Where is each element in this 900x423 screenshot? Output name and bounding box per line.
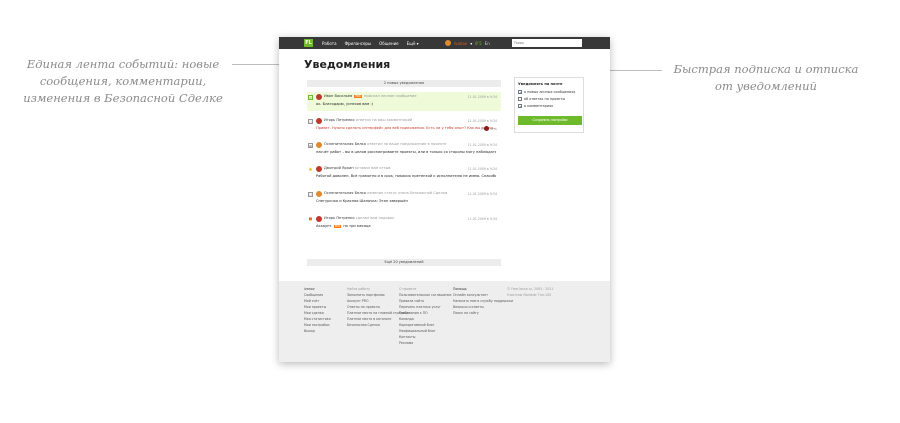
pro-badge: PRO bbox=[354, 95, 362, 98]
subscription-option-projects[interactable]: об ответах на проекты bbox=[518, 97, 565, 101]
avatar bbox=[316, 142, 322, 148]
avatar bbox=[316, 118, 322, 124]
notification-author[interactable]: Иван Васильев bbox=[324, 94, 352, 98]
caption-right: Быстрая подписка и отписка от уведомлени… bbox=[673, 62, 859, 93]
safe-deal-icon: ☐ bbox=[308, 192, 313, 197]
search-input[interactable] bbox=[512, 39, 582, 47]
account-balance[interactable]: ₽ 5 bbox=[475, 41, 481, 46]
caption-left: Единая лента событий: новые сообщения, к… bbox=[23, 57, 223, 105]
footer-link[interactable]: Реклама bbox=[399, 340, 451, 346]
option-label: о новых личных сообщениях bbox=[524, 90, 576, 94]
notification-time: 11.01.2009 в 9:34 bbox=[467, 119, 497, 123]
notification-action: сделал вам подарок bbox=[355, 216, 395, 220]
message-icon: ✉ bbox=[308, 95, 313, 100]
avatar bbox=[316, 166, 322, 172]
notification-item[interactable]: 🎁 Игорь Петренко сделал вам подарок Акка… bbox=[307, 214, 501, 233]
notification-author[interactable]: Ослепительная Белка bbox=[324, 142, 366, 146]
avatar bbox=[316, 216, 322, 222]
notification-time: 11.01.2009 в 9:34 bbox=[467, 95, 497, 99]
notification-time: 11.01.2009 в 9:34 bbox=[467, 167, 497, 171]
notification-item[interactable]: ▤ Ослепительная Белка ответил на ваше пр… bbox=[307, 140, 501, 159]
pro-badge: PRO bbox=[333, 225, 342, 228]
leader-line-left bbox=[232, 64, 282, 65]
notification-author[interactable]: Дмитрий Яркин bbox=[324, 166, 354, 170]
language-switch[interactable]: En bbox=[485, 41, 490, 46]
notification-time: 11.01.2009 в 9:34 bbox=[467, 192, 497, 196]
user-avatar bbox=[445, 40, 451, 46]
option-label: о комментариях bbox=[524, 104, 554, 108]
subscription-option-comments[interactable]: ✔ о комментариях bbox=[518, 104, 554, 109]
footer-col-about: О проекте Пользовательское соглашение Пр… bbox=[399, 286, 451, 346]
nav-work[interactable]: Работа bbox=[322, 41, 337, 46]
counter-text[interactable]: Участник Rambler Топ-100 bbox=[507, 292, 553, 298]
gift-text-prefix: Аккаунт bbox=[316, 224, 332, 228]
nav-freelancers[interactable]: Фрилансеры bbox=[345, 41, 372, 46]
notification-author[interactable]: Игорь Петренко bbox=[324, 216, 355, 220]
email-subscription-panel: Уведомлять на почте ✔ о новых личных сооб… bbox=[514, 77, 584, 133]
top-navbar: FL Работа Фрилансеры Общение Ещё ▾ ivano… bbox=[279, 37, 610, 49]
notification-item[interactable]: 👍 Дмитрий Яркин оставил вам отзыв Работо… bbox=[307, 164, 501, 183]
notification-action: изменил статус этапа Безопасной Сделки bbox=[367, 191, 448, 195]
checkbox-unchecked[interactable] bbox=[518, 97, 522, 101]
footer-col-account: ivanov Сообщения Мой счёт Мои проекты Мо… bbox=[304, 286, 331, 334]
main-nav: Работа Фрилансеры Общение Ещё ▾ bbox=[322, 37, 419, 49]
notification-action: ответил на ваш комментарий bbox=[355, 118, 413, 122]
page-title: Уведомления bbox=[304, 58, 391, 71]
notification-time: 11.01.2009 в 9:34 bbox=[467, 143, 497, 147]
avatar bbox=[316, 191, 322, 197]
gift-text-suffix: на три месяца bbox=[343, 224, 371, 228]
notification-time: 11.01.2009 в 9:34 bbox=[467, 217, 497, 221]
user-name[interactable]: ivanov bbox=[454, 41, 467, 46]
footer-col-copyright: © Free-lance.ru, 2005 - 2011 Участник Ra… bbox=[507, 286, 553, 298]
option-label: об ответах на проекты bbox=[524, 97, 566, 101]
subscription-option-messages[interactable]: ✔ о новых личных сообщениях bbox=[518, 90, 576, 95]
load-more-button[interactable]: Ещё 20 уведомлений bbox=[307, 259, 501, 266]
nav-community[interactable]: Общение bbox=[379, 41, 399, 46]
checkbox-checked[interactable]: ✔ bbox=[518, 104, 522, 109]
footer-col-help: Помощь Онлайн консультант Написать нам в… bbox=[453, 286, 513, 316]
site-logo[interactable]: FL bbox=[304, 39, 313, 47]
checkbox-checked[interactable]: ✔ bbox=[518, 90, 522, 95]
screenshot-window: FL Работа Фрилансеры Общение Ещё ▾ ivano… bbox=[279, 37, 610, 362]
footer-link[interactable]: Поиск по сайту bbox=[453, 310, 513, 316]
notification-text: Работой доволен. Всё грамотно и в срок, … bbox=[316, 174, 496, 178]
notification-item[interactable]: ☐ Игорь Петренко ответил на ваш коммента… bbox=[307, 116, 501, 135]
notification-text: насчёт работ – вы в целом рассматриваете… bbox=[316, 150, 496, 154]
notification-text: Снегурочка и Красная Шапочка: Этап завер… bbox=[316, 199, 408, 203]
notification-text: ок. Благодарю, успехов вам :) bbox=[316, 102, 374, 106]
subscription-title: Уведомлять на почте bbox=[518, 82, 563, 86]
gift-icon: 🎁 bbox=[308, 217, 313, 221]
new-notifications-count[interactable]: 2 новых уведомления bbox=[307, 80, 501, 87]
notification-action: оставил вам отзыв bbox=[354, 166, 391, 170]
comment-icon: ☐ bbox=[308, 119, 313, 124]
notification-action: прислал личное сообщение bbox=[363, 94, 417, 98]
main-content: Уведомления 2 новых уведомления ✉ Иван В… bbox=[279, 49, 610, 281]
notification-author[interactable]: Ослепительная Белка bbox=[324, 191, 366, 195]
notification-item[interactable]: ✉ Иван Васильев PRO прислал личное сообщ… bbox=[307, 92, 501, 111]
cursor-avatar bbox=[484, 126, 489, 131]
notification-item[interactable]: ☐ Ослепительная Белка изменил статус эта… bbox=[307, 189, 501, 208]
notification-text: Привет. Нужно сделать интерфейс для веб … bbox=[316, 126, 496, 130]
avatar bbox=[316, 94, 322, 100]
nav-more[interactable]: Ещё ▾ bbox=[407, 41, 419, 46]
project-icon: ▤ bbox=[308, 143, 313, 148]
thumbs-up-icon: 👍 bbox=[308, 167, 313, 171]
footer-link[interactable]: Выход bbox=[304, 328, 331, 334]
notification-author[interactable]: Игорь Петренко bbox=[324, 118, 355, 122]
footer: ivanov Сообщения Мой счёт Мои проекты Мо… bbox=[279, 281, 610, 362]
notification-text: Аккаунт PRO на три месяца bbox=[316, 224, 371, 228]
save-settings-button[interactable]: Сохранить настройки bbox=[518, 116, 582, 125]
notification-action: ответил на ваше предложение в проекте bbox=[367, 142, 447, 146]
chevron-down-icon[interactable]: ▾ bbox=[470, 41, 472, 46]
user-menu[interactable]: ivanov ▾ ₽ 5 En bbox=[445, 37, 490, 49]
